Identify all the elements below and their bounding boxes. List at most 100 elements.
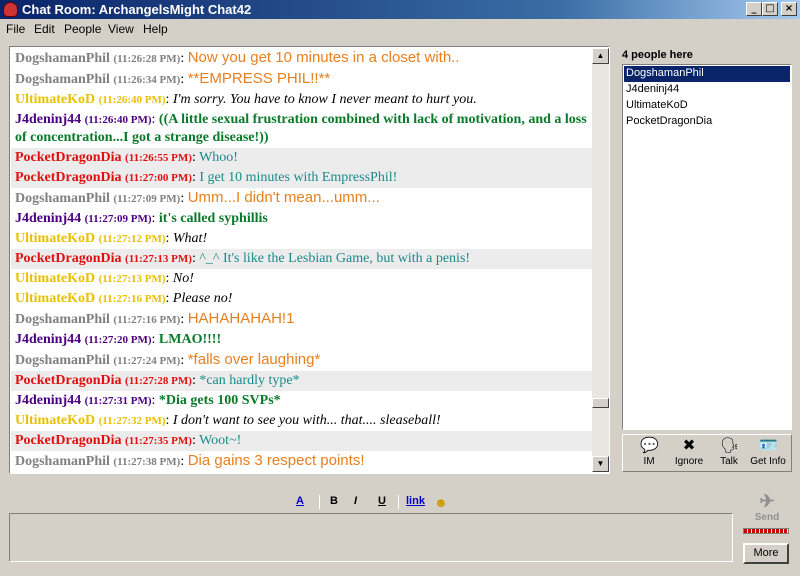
message-separator: : xyxy=(180,51,188,66)
message-timestamp: (11:27:28 PM) xyxy=(125,375,192,387)
message-text: Woot~! xyxy=(199,433,242,448)
message-separator: : xyxy=(151,332,159,347)
chat-message: PocketDragonDia (11:27:35 PM): Woot~! xyxy=(11,431,593,451)
chat-log[interactable]: DogshamanPhil (11:26:28 PM): Now you get… xyxy=(11,48,593,472)
title-bar: Chat Room: ArchangelsMight Chat42 _ □ × xyxy=(0,0,800,19)
bold-button[interactable]: B xyxy=(330,495,338,507)
message-separator: : xyxy=(165,413,173,428)
chat-message: DogshamanPhil (11:27:16 PM): HAHAHAHAH!1 xyxy=(11,309,593,330)
scroll-down-button[interactable]: ▼ xyxy=(592,456,609,472)
message-separator: : xyxy=(151,393,159,408)
message-separator: : xyxy=(180,72,188,87)
menu-help[interactable]: Help xyxy=(143,22,168,36)
message-text: Whoo! xyxy=(199,150,238,165)
message-timestamp: (11:27:13 PM) xyxy=(125,253,192,265)
message-sender[interactable]: DogshamanPhil xyxy=(15,454,110,469)
message-timestamp: (11:26:34 PM) xyxy=(113,74,181,86)
message-sender[interactable]: J4deninj44 xyxy=(15,112,81,127)
message-text: **EMPRESS PHIL!!** xyxy=(187,70,331,87)
message-sender[interactable]: J4deninj44 xyxy=(15,332,81,347)
toolbar-divider xyxy=(398,495,399,509)
more-button[interactable]: More xyxy=(743,543,789,564)
people-list-item[interactable]: PocketDragonDia xyxy=(624,114,790,130)
app-icon xyxy=(3,2,18,17)
message-input[interactable] xyxy=(9,513,733,562)
chat-message: PocketDragonDia (11:27:00 PM): I get 10 … xyxy=(11,168,593,188)
message-text: it's called syphillis xyxy=(158,211,268,226)
talk-label: Talk xyxy=(720,456,738,467)
italic-button[interactable]: I xyxy=(354,495,357,507)
get-info-button[interactable]: 🪪 Get Info xyxy=(748,437,788,467)
im-button[interactable]: 💬 IM xyxy=(629,437,669,467)
menu-file[interactable]: File xyxy=(6,22,25,36)
menu-bar: File Edit People View Help xyxy=(0,19,800,39)
chat-message: DogshamanPhil (11:26:34 PM): **EMPRESS P… xyxy=(11,69,593,90)
link-button[interactable]: link xyxy=(406,495,425,507)
message-timestamp: (11:27:38 PM) xyxy=(113,456,181,468)
chat-scrollbar[interactable]: ▲ ▼ xyxy=(592,48,609,472)
maximize-button[interactable]: □ xyxy=(762,2,778,16)
font-color-button[interactable]: A xyxy=(296,495,304,507)
people-action-bar: 💬 IM ✖ Ignore 🗣 Talk 🪪 Get Info xyxy=(622,434,792,472)
menu-people[interactable]: People xyxy=(64,22,101,36)
message-sender[interactable]: PocketDragonDia xyxy=(15,373,122,388)
message-separator: : xyxy=(180,353,188,368)
ignore-button[interactable]: ✖ Ignore xyxy=(669,437,709,467)
toolbar-divider xyxy=(319,495,320,509)
message-timestamp: (11:26:40 PM) xyxy=(98,94,166,106)
chat-message: UltimateKoD (11:27:12 PM): What! xyxy=(11,229,593,249)
people-list-item[interactable]: UltimateKoD xyxy=(624,98,790,114)
message-timestamp: (11:27:35 PM) xyxy=(125,435,192,447)
smiley-icon[interactable]: ☻ xyxy=(434,495,448,510)
chat-log-pane: DogshamanPhil (11:26:28 PM): Now you get… xyxy=(9,46,610,474)
warning-meter xyxy=(743,528,789,534)
message-text: Umm...I didn't mean...umm... xyxy=(187,189,380,206)
message-text: What! xyxy=(172,231,208,246)
scroll-up-button[interactable]: ▲ xyxy=(592,48,609,64)
message-timestamp: (11:26:28 PM) xyxy=(113,53,181,65)
message-sender[interactable]: DogshamanPhil xyxy=(15,191,110,206)
chat-message: PocketDragonDia (11:27:13 PM): ^_^ It's … xyxy=(11,249,593,269)
message-timestamp: (11:27:32 PM) xyxy=(98,415,166,427)
message-sender[interactable]: DogshamanPhil xyxy=(15,353,110,368)
underline-button[interactable]: U xyxy=(378,495,386,507)
message-separator: : xyxy=(151,112,159,127)
send-label: Send xyxy=(754,512,780,523)
close-button[interactable]: × xyxy=(781,2,797,16)
chat-message: UltimateKoD (11:27:16 PM): Please no! xyxy=(11,289,593,309)
chat-message: J4deninj44 (11:27:20 PM): LMAO!!!! xyxy=(11,330,593,350)
chat-message: DogshamanPhil (11:27:09 PM): Umm...I did… xyxy=(11,188,593,209)
talk-button[interactable]: 🗣 Talk xyxy=(709,437,749,467)
send-icon: ✈ xyxy=(759,491,775,511)
menu-view[interactable]: View xyxy=(108,22,134,36)
people-list-item[interactable]: DogshamanPhil xyxy=(624,66,790,82)
message-text: *Dia gets 100 SVPs* xyxy=(158,393,281,408)
menu-edit[interactable]: Edit xyxy=(34,22,55,36)
message-timestamp: (11:27:09 PM) xyxy=(113,193,181,205)
chat-message: J4deninj44 (11:26:40 PM): ((A little sex… xyxy=(11,110,593,148)
message-sender[interactable]: DogshamanPhil xyxy=(15,312,110,327)
message-timestamp: (11:27:00 PM) xyxy=(125,172,192,184)
message-sender[interactable]: PocketDragonDia xyxy=(15,433,122,448)
message-sender[interactable]: PocketDragonDia xyxy=(15,150,122,165)
message-sender[interactable]: UltimateKoD xyxy=(15,92,95,107)
scroll-thumb[interactable] xyxy=(592,398,609,408)
message-sender[interactable]: PocketDragonDia xyxy=(15,251,122,266)
message-sender[interactable]: J4deninj44 xyxy=(15,211,81,226)
people-list-item[interactable]: J4deninj44 xyxy=(624,82,790,98)
message-sender[interactable]: UltimateKoD xyxy=(15,413,95,428)
message-sender[interactable]: J4deninj44 xyxy=(15,393,81,408)
minimize-button[interactable]: _ xyxy=(746,2,762,16)
message-sender[interactable]: DogshamanPhil xyxy=(15,51,110,66)
message-sender[interactable]: DogshamanPhil xyxy=(15,72,110,87)
message-sender[interactable]: UltimateKoD xyxy=(15,271,95,286)
chat-message: DogshamanPhil (11:27:24 PM): *falls over… xyxy=(11,350,593,371)
message-text: I get 10 minutes with EmpressPhil! xyxy=(199,170,398,185)
send-button[interactable]: ✈ Send xyxy=(743,490,791,523)
message-sender[interactable]: UltimateKoD xyxy=(15,291,95,306)
chat-message: J4deninj44 (11:27:09 PM): it's called sy… xyxy=(11,209,593,229)
window-title: Chat Room: ArchangelsMight Chat42 xyxy=(22,2,252,17)
message-sender[interactable]: UltimateKoD xyxy=(15,231,95,246)
message-sender[interactable]: PocketDragonDia xyxy=(15,170,122,185)
people-list[interactable]: DogshamanPhil J4deninj44 UltimateKoD Pocket… xyxy=(622,64,792,430)
